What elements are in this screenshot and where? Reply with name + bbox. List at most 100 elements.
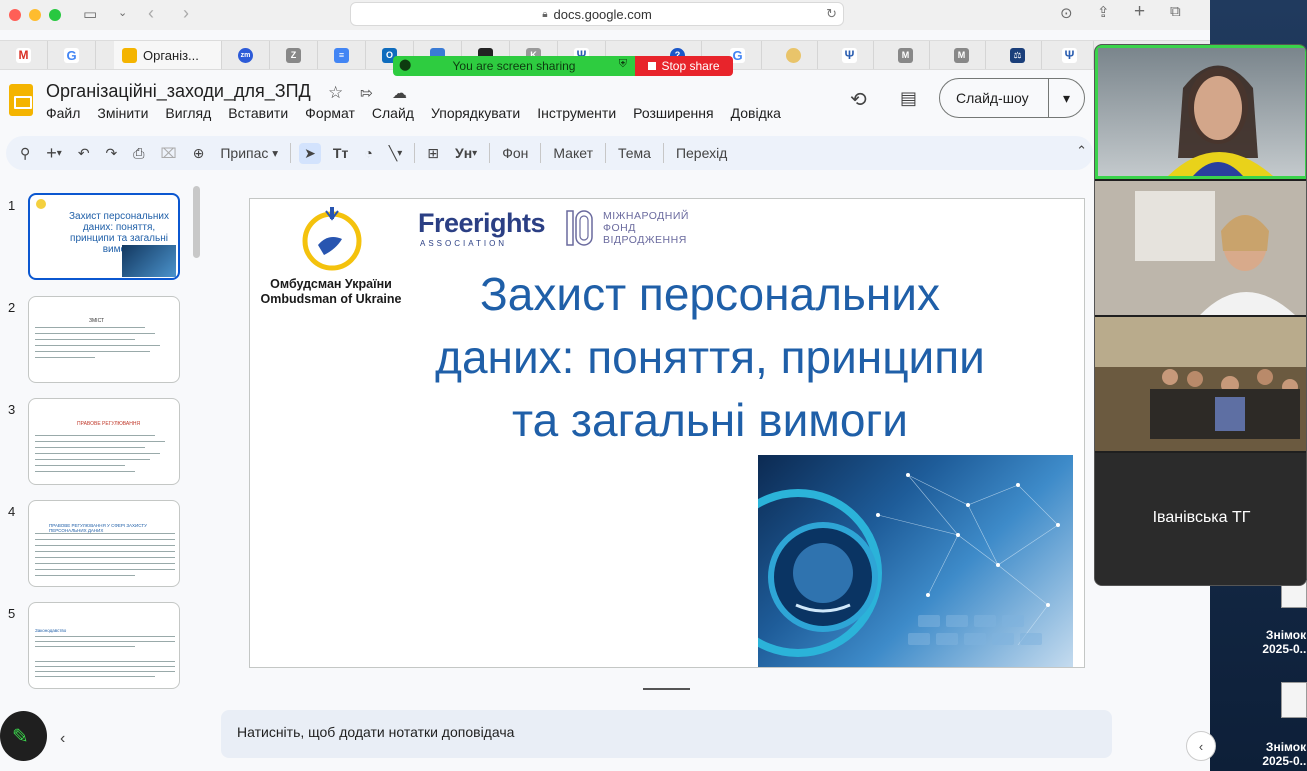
gmail-icon: M	[16, 47, 31, 63]
sidebar-icon[interactable]: ▭	[83, 5, 97, 23]
theme-button[interactable]: Тема	[618, 145, 651, 161]
tab-generic[interactable]: ⚖	[994, 41, 1042, 69]
tab-overview-icon[interactable]: ⧉	[1170, 3, 1181, 20]
menu-insert[interactable]: Вставити	[228, 105, 288, 121]
slide-title[interactable]: Захист персональних даних: поняття, прин…	[360, 263, 1060, 452]
close-window-button[interactable]	[9, 9, 21, 21]
toolbar-divider	[540, 143, 542, 163]
undo-icon[interactable]: ↶	[78, 145, 90, 162]
slide-thumbnail-5[interactable]: Законодавство	[28, 602, 180, 689]
desktop-file-label[interactable]: Знімок 2025-0...	[1246, 740, 1307, 768]
address-bar[interactable]: 🔒︎ docs.google.com ↻	[350, 2, 844, 26]
slide-title-line: Захист персональних	[480, 268, 940, 320]
stop-share-label: Stop share	[661, 59, 720, 73]
menu-tools[interactable]: Інструменти	[537, 105, 616, 121]
layout-button[interactable]: Макет	[553, 145, 593, 161]
slide-thumbnail-3[interactable]: ПРАВОВЕ РЕГУЛЮВАННЯ	[28, 398, 180, 485]
new-slide-icon[interactable]: + ▾	[46, 143, 62, 164]
tab-generic[interactable]	[770, 41, 818, 69]
menu-help[interactable]: Довідка	[731, 105, 781, 121]
transition-button[interactable]: Перехід	[676, 145, 727, 161]
slide-thumbnail-1[interactable]: Захист персональних даних: поняття, прин…	[28, 193, 180, 280]
chevron-down-icon[interactable]: ⌄	[118, 6, 127, 19]
slide-thumbnail-4[interactable]: ПРАВОВЕ РЕГУЛЮВАННЯ У СФЕРІ ЗАХИСТУ ПЕРС…	[28, 500, 180, 587]
scales-icon: ⚖	[1010, 47, 1025, 63]
annotate-button[interactable]: ✎	[0, 711, 47, 761]
tab-zoom[interactable]: zm	[222, 41, 270, 69]
slides-logo-icon[interactable]	[9, 84, 33, 116]
print-icon[interactable]: ⎙	[133, 145, 144, 162]
menu-arrange[interactable]: Упорядкувати	[431, 105, 520, 121]
collapse-filmstrip-icon[interactable]: ‹	[60, 730, 65, 748]
select-cursor-icon[interactable]: ➤	[299, 142, 321, 164]
star-icon[interactable]: ☆	[328, 83, 343, 103]
move-folder-icon[interactable]: ⇰	[360, 84, 373, 102]
filmstrip-scrollbar[interactable]	[193, 186, 200, 258]
tab-zendesk[interactable]: Z	[270, 41, 318, 69]
back-icon[interactable]: ‹	[148, 3, 154, 24]
tab-generic[interactable]: M	[882, 41, 930, 69]
input-tools-icon[interactable]: Уʜ ▾	[455, 145, 477, 161]
side-panel-toggle-icon[interactable]: ‹	[1186, 731, 1216, 761]
menu-edit[interactable]: Змінити	[97, 105, 148, 121]
participant-video-tile[interactable]	[1095, 181, 1306, 315]
redo-icon[interactable]: ↷	[106, 145, 118, 162]
slide-canvas[interactable]: Омбудсман України Ombudsman of Ukraine F…	[249, 198, 1085, 668]
screen-share-banner: ⬤ You are screen sharing ⛨ Stop share	[393, 56, 733, 76]
menu-format[interactable]: Формат	[305, 105, 355, 121]
screenshot-file-icon[interactable]	[1281, 682, 1307, 718]
search-icon[interactable]: ⚲	[20, 145, 30, 162]
file-name: 2025-0...	[1262, 754, 1307, 768]
menu-extensions[interactable]: Розширення	[633, 105, 713, 121]
toolbar: ⚲ + ▾ ↶ ↷ ⎙ ⌧ ⊕ Припас ▾ ➤ Tт ◔ ╲ ▾ ⊞ Уʜ…	[6, 136, 1093, 170]
menu-slide[interactable]: Слайд	[372, 105, 414, 121]
lock-icon: 🔒︎	[542, 8, 548, 20]
desktop-file-label[interactable]: Знімок 2025-0...	[1246, 628, 1307, 656]
zoom-select[interactable]: Припас ▾	[220, 145, 278, 161]
minimize-window-button[interactable]	[29, 9, 41, 21]
menu-view[interactable]: Вигляд	[165, 105, 211, 121]
chevron-up-icon[interactable]: ⌃	[1076, 143, 1087, 159]
forward-icon[interactable]: ›	[183, 3, 189, 24]
background-button[interactable]: Фон	[502, 145, 528, 161]
zoom-window-button[interactable]	[49, 9, 61, 21]
image-shape-icon[interactable]: ◔	[364, 145, 372, 161]
tab-active-slides[interactable]: Організ...	[114, 41, 222, 69]
stop-share-button[interactable]: Stop share	[635, 56, 733, 76]
tab-gmail[interactable]: M	[0, 41, 48, 69]
paint-format-icon[interactable]: ⌧	[160, 145, 176, 162]
tab-google[interactable]: G	[48, 41, 96, 69]
reload-icon[interactable]: ↻	[826, 6, 837, 22]
m-icon: M	[954, 47, 969, 63]
slide-thumbnail-2[interactable]: ЗМІСТ	[28, 296, 180, 383]
slide-number: 3	[8, 402, 16, 417]
drag-handle-icon[interactable]: ⬤	[399, 58, 411, 71]
document-title[interactable]: Організаційні_заходи_для_ЗПД	[46, 81, 311, 102]
zoom-icon[interactable]: ⊕	[193, 145, 205, 162]
download-icon[interactable]: ⊙	[1060, 4, 1073, 22]
new-tab-icon[interactable]: +	[1134, 1, 1145, 23]
text-box-icon[interactable]: Tт	[333, 145, 348, 161]
speaker-notes-field[interactable]: Натисніть, щоб додати нотатки доповідача	[221, 710, 1112, 758]
tab-docs[interactable]: ≡	[318, 41, 366, 69]
participant-video-tile[interactable]	[1095, 45, 1306, 179]
chevron-down-icon[interactable]: ▾	[1048, 79, 1084, 117]
slideshow-button[interactable]: Слайд-шоу ▾	[939, 78, 1085, 118]
share-icon[interactable]: ⇪	[1097, 3, 1110, 21]
add-comment-icon[interactable]: ⊞	[427, 145, 439, 162]
version-history-icon[interactable]: ⟲	[850, 87, 867, 112]
participant-video-tile[interactable]	[1095, 317, 1306, 451]
line-icon[interactable]: ╲ ▾	[389, 145, 402, 162]
participant-tile-no-video[interactable]: Іванівська ТГ	[1095, 453, 1306, 585]
m-icon: M	[898, 47, 913, 63]
menu-file[interactable]: Файл	[46, 105, 80, 121]
tab-generic[interactable]: M	[938, 41, 986, 69]
notes-resize-handle[interactable]	[643, 688, 690, 690]
tab-generic[interactable]: Ψ	[826, 41, 874, 69]
thumbnail-image	[122, 245, 176, 277]
comments-icon[interactable]: ▤	[900, 88, 917, 109]
slides-icon	[122, 47, 137, 63]
screen-sharing-status[interactable]: ⬤ You are screen sharing ⛨	[393, 56, 635, 76]
thumbnail-title: ЗМІСТ	[89, 318, 105, 324]
tab-generic[interactable]: Ψ	[1046, 41, 1094, 69]
